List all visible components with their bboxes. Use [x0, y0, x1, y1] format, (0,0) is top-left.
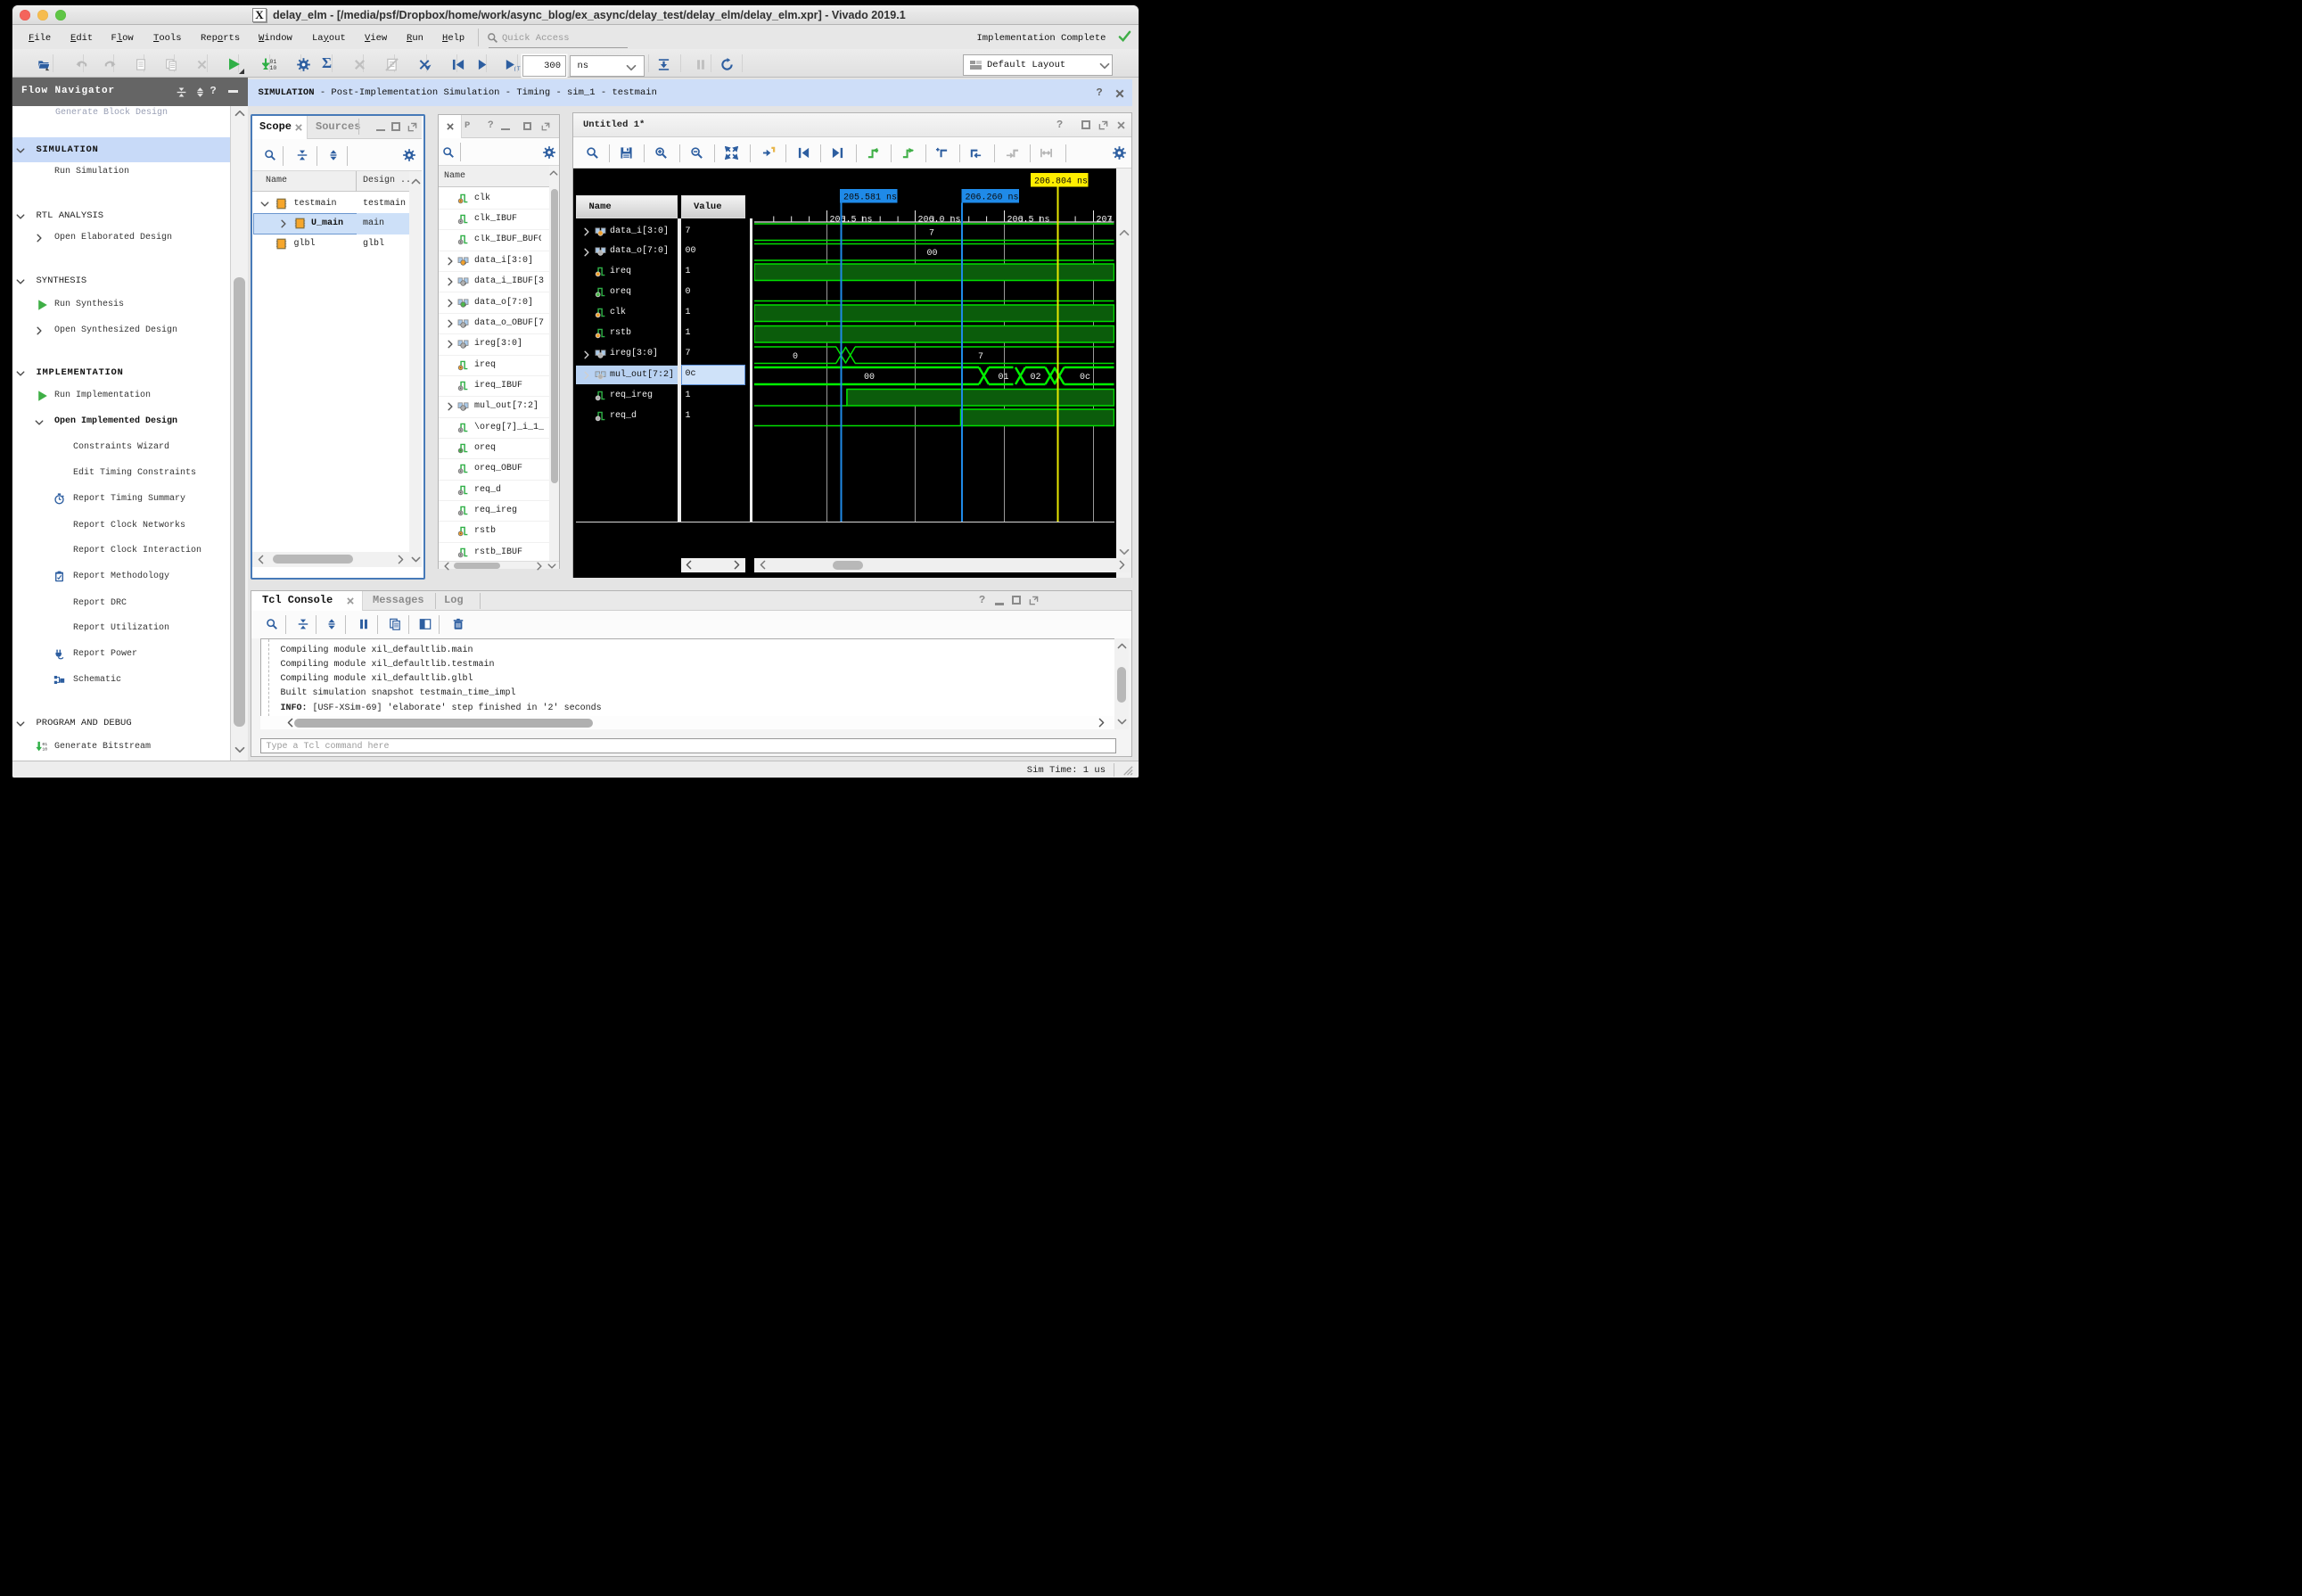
svg-text:02: 02 — [1030, 373, 1040, 383]
svg-text:00: 00 — [864, 373, 875, 383]
svg-text:206.260 ns: 206.260 ns — [966, 193, 1019, 202]
svg-text:205.581 ns: 205.581 ns — [843, 193, 897, 202]
svg-text:7: 7 — [929, 228, 934, 238]
svg-text:0: 0 — [793, 352, 798, 362]
svg-text:206.804 ns: 206.804 ns — [1034, 177, 1088, 186]
svg-text:00: 00 — [926, 249, 937, 259]
svg-text:7: 7 — [978, 352, 983, 362]
svg-text:01: 01 — [998, 373, 1008, 383]
svg-text:0c: 0c — [1080, 373, 1090, 383]
